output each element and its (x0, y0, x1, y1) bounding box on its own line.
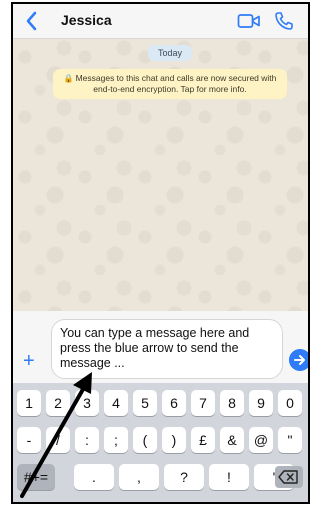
key-exclamation[interactable]: ! (209, 464, 249, 490)
key-open-paren[interactable]: ( (133, 427, 157, 453)
send-arrow-icon[interactable] (289, 349, 310, 371)
key-4[interactable]: 4 (104, 390, 128, 416)
key-at[interactable]: @ (249, 427, 273, 453)
message-input[interactable]: You can type a message here and press th… (51, 319, 283, 379)
key-slash[interactable]: / (46, 427, 70, 453)
key-symbols-toggle[interactable]: #+= (17, 464, 55, 490)
key-0[interactable]: 0 (278, 390, 302, 416)
backspace-icon[interactable] (275, 466, 303, 488)
key-9[interactable]: 9 (249, 390, 273, 416)
key-2[interactable]: 2 (46, 390, 70, 416)
contact-name[interactable]: Jessica (61, 12, 112, 28)
video-call-icon[interactable] (237, 12, 261, 30)
key-7[interactable]: 7 (191, 390, 215, 416)
key-ampersand[interactable]: & (220, 427, 244, 453)
key-hyphen[interactable]: - (17, 427, 41, 453)
key-comma[interactable]: , (119, 464, 159, 490)
key-6[interactable]: 6 (162, 390, 186, 416)
phone-screen: Jessica Today 🔒 Messages to this chat and… (11, 2, 310, 504)
date-badge: Today (148, 45, 192, 61)
keyboard: 1 2 3 4 5 6 7 8 9 0 - / : ; ( ) £ & @ " … (13, 383, 308, 502)
encryption-notice[interactable]: 🔒 Messages to this chat and calls are now… (53, 69, 287, 99)
key-semicolon[interactable]: ; (104, 427, 128, 453)
key-colon[interactable]: : (75, 427, 99, 453)
key-1[interactable]: 1 (17, 390, 41, 416)
key-5[interactable]: 5 (133, 390, 157, 416)
key-period[interactable]: . (74, 464, 114, 490)
encryption-notice-text: Messages to this chat and calls are now … (75, 73, 277, 94)
back-chevron-icon[interactable] (21, 8, 43, 34)
chat-header: Jessica (13, 4, 308, 39)
message-composer: + You can type a message here and press … (13, 311, 308, 383)
phone-call-icon[interactable] (273, 10, 295, 32)
chat-area: Today 🔒 Messages to this chat and calls a… (13, 39, 308, 311)
key-3[interactable]: 3 (75, 390, 99, 416)
key-pound[interactable]: £ (191, 427, 215, 453)
key-close-paren[interactable]: ) (162, 427, 186, 453)
lock-icon: 🔒 (63, 74, 74, 83)
key-question[interactable]: ? (164, 464, 204, 490)
plus-icon[interactable]: + (23, 351, 35, 371)
key-8[interactable]: 8 (220, 390, 244, 416)
key-quote[interactable]: " (278, 427, 302, 453)
